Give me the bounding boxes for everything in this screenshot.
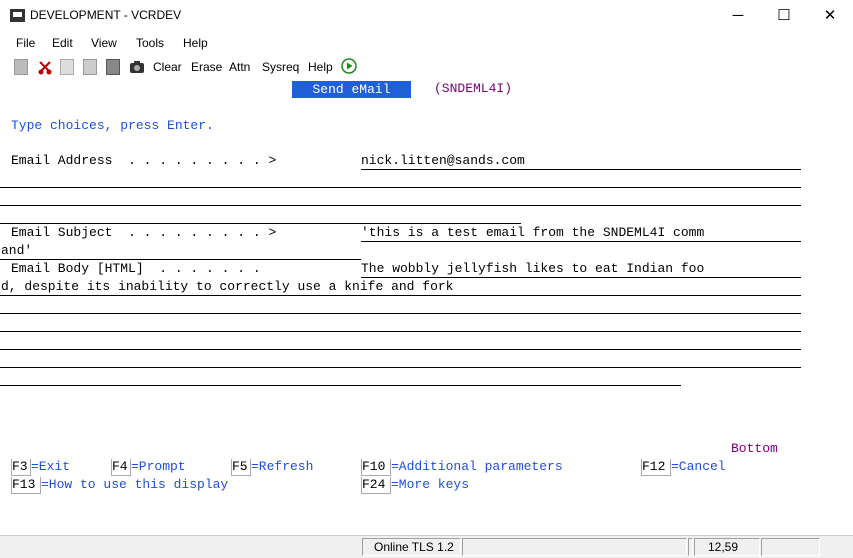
email-body-line-4[interactable] — [0, 313, 801, 332]
play-icon[interactable] — [341, 58, 357, 74]
f3-description: =Exit — [31, 459, 71, 474]
email-body-line-7[interactable] — [0, 367, 681, 386]
f10-description: =Additional parameters — [391, 459, 563, 474]
status-panel-empty-1 — [462, 538, 687, 556]
paste-icon[interactable] — [83, 59, 97, 75]
camera-icon[interactable] — [129, 59, 144, 73]
minimize-button[interactable]: ─ — [715, 0, 761, 31]
f24-description: =More keys — [391, 477, 470, 492]
email-body-label: Email Body [HTML] . . . . . . . — [11, 261, 261, 276]
clear-button[interactable]: Clear — [153, 60, 182, 74]
email-body-line-2-underline[interactable] — [0, 277, 801, 296]
email-subject-continuation-underline[interactable] — [0, 241, 361, 260]
menu-edit[interactable]: Edit — [52, 36, 73, 50]
toolbar: Clear Erase Attn Sysreq Help — [0, 54, 853, 80]
email-address-underline[interactable] — [361, 151, 801, 170]
f13-key-frame — [11, 477, 41, 494]
f12-key-frame — [641, 459, 671, 476]
email-address-label: Email Address . . . . . . . . . > — [11, 153, 277, 168]
screen-title: Send eMail — [292, 81, 411, 98]
cursor-position: 12,59 — [694, 538, 760, 556]
f4-description: =Prompt — [131, 459, 186, 474]
app-icon — [10, 9, 25, 22]
email-body-line-3[interactable] — [0, 295, 801, 314]
email-body-line-5[interactable] — [0, 331, 801, 350]
help-button[interactable]: Help — [308, 60, 333, 74]
printer-icon[interactable] — [106, 59, 120, 75]
email-body-underline[interactable] — [361, 259, 801, 278]
f24-key-frame — [361, 477, 391, 494]
f4-key-frame — [111, 459, 131, 476]
f12-description: =Cancel — [671, 459, 726, 474]
menu-file[interactable]: File — [16, 36, 35, 50]
menu-view[interactable]: View — [91, 36, 117, 50]
status-bar: Online TLS 1.2 12,59 — [0, 535, 853, 558]
attn-button[interactable]: Attn — [229, 60, 250, 74]
menu-help[interactable]: Help — [183, 36, 208, 50]
email-body-line-6[interactable] — [0, 349, 801, 368]
print-screen-icon[interactable] — [14, 59, 28, 75]
email-address-continuation-1[interactable] — [0, 169, 801, 188]
terminal-screen: Send eMail (SNDEML4I) Type choices, pres… — [0, 80, 853, 535]
f13-description: =How to use this display — [41, 477, 229, 492]
status-panel-empty-3 — [761, 538, 820, 556]
cursor-position-text: 12,59 — [708, 540, 739, 554]
bottom-indicator: Bottom — [731, 441, 778, 456]
menu-tools[interactable]: Tools — [136, 36, 164, 50]
maximize-button[interactable]: ☐ — [761, 0, 807, 31]
status-panel-empty-2 — [688, 538, 693, 556]
close-button[interactable]: ✕ — [807, 0, 853, 31]
email-address-continuation-3[interactable] — [0, 205, 521, 224]
instruction-text: Type choices, press Enter. — [11, 118, 214, 133]
erase-button[interactable]: Erase — [191, 60, 222, 74]
f5-description: =Refresh — [251, 459, 314, 474]
title-bar: DEVELOPMENT - VCRDEV ─ ☐ ✕ — [0, 0, 853, 31]
menu-bar: File Edit View Tools Help — [0, 33, 853, 53]
program-name: (SNDEML4I) — [434, 81, 513, 96]
email-address-continuation-2[interactable] — [0, 187, 801, 206]
window-title: DEVELOPMENT - VCRDEV — [30, 8, 182, 22]
f5-key-frame — [231, 459, 251, 476]
connection-status: Online TLS 1.2 — [362, 538, 461, 556]
cut-icon[interactable] — [37, 59, 52, 75]
email-subject-label: Email Subject . . . . . . . . . > — [11, 225, 277, 240]
email-subject-underline[interactable] — [361, 223, 801, 242]
connection-status-text: Online TLS 1.2 — [374, 540, 454, 554]
f10-key-frame — [361, 459, 391, 476]
sysreq-button[interactable]: Sysreq — [262, 60, 299, 74]
copy-icon[interactable] — [60, 59, 74, 75]
f3-key-frame — [11, 459, 31, 476]
